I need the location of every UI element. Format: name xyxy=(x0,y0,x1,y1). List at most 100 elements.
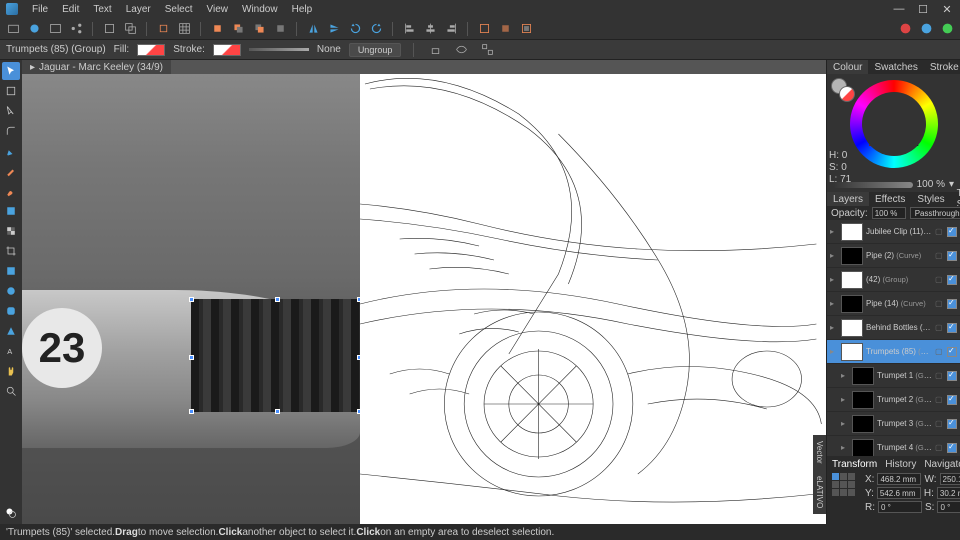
visibility-checkbox[interactable] xyxy=(947,299,957,309)
node-tool[interactable] xyxy=(2,102,20,120)
expand-icon[interactable]: ▸ xyxy=(841,419,849,428)
transform-x-input[interactable] xyxy=(877,473,921,485)
pen-tool[interactable] xyxy=(2,142,20,160)
menu-view[interactable]: View xyxy=(207,4,229,15)
shape-tool[interactable] xyxy=(2,262,20,280)
zoom-tool[interactable] xyxy=(2,382,20,400)
visibility-checkbox[interactable] xyxy=(947,371,957,381)
text-tool[interactable]: A xyxy=(2,342,20,360)
artboard-tool[interactable] xyxy=(2,82,20,100)
selection-handles[interactable] xyxy=(191,299,360,412)
tab-layers[interactable]: Layers xyxy=(827,192,869,206)
layer-row[interactable]: ▸Pipe (14) (Curve)▢ xyxy=(827,292,960,316)
triangle-tool[interactable] xyxy=(2,322,20,340)
insert-inside-icon[interactable] xyxy=(496,20,514,38)
layer-new-icon[interactable] xyxy=(100,20,118,38)
flip-h-icon[interactable] xyxy=(304,20,322,38)
layer-row[interactable]: ▸Trumpet 3 (Group)▢ xyxy=(827,412,960,436)
layer-row[interactable]: ▸Trumpet 2 (Group)▢ xyxy=(827,388,960,412)
menu-window[interactable]: Window xyxy=(242,4,278,15)
tab-history[interactable]: History xyxy=(885,459,916,470)
lock-icon[interactable]: ▢ xyxy=(935,371,944,380)
colour-swap-icon[interactable] xyxy=(831,78,855,102)
tab-textstyles[interactable]: Text Styles xyxy=(951,192,960,206)
visibility-checkbox[interactable] xyxy=(947,347,957,357)
fill-swatch[interactable] xyxy=(137,44,165,56)
persona-icon[interactable] xyxy=(25,20,43,38)
brush-tool[interactable] xyxy=(2,182,20,200)
order-front-icon[interactable] xyxy=(208,20,226,38)
lock-icon[interactable]: ▢ xyxy=(935,227,944,236)
close-button[interactable]: ✕ xyxy=(940,2,954,16)
visibility-checkbox[interactable] xyxy=(947,275,957,285)
tab-stroke[interactable]: Stroke xyxy=(924,60,960,74)
chevron-down-icon[interactable]: ▾ xyxy=(949,179,954,190)
crop-tool[interactable] xyxy=(2,242,20,260)
prefs-icon[interactable] xyxy=(938,20,956,38)
expand-icon[interactable]: ▸ xyxy=(830,227,838,236)
lock-icon[interactable]: ▢ xyxy=(935,419,944,428)
visibility-checkbox[interactable] xyxy=(947,395,957,405)
expand-icon[interactable]: ▸ xyxy=(830,323,838,332)
layer-opacity-input[interactable] xyxy=(872,207,906,219)
canvas[interactable]: 23 xyxy=(22,74,826,524)
lock-icon[interactable]: ▢ xyxy=(935,347,944,356)
insert-target-icon[interactable] xyxy=(475,20,493,38)
layers-list[interactable]: ▸Jubilee Clip (11) (Gr...▢▸Pipe (2) (Cur… xyxy=(827,220,960,456)
menu-layer[interactable]: Layer xyxy=(126,4,151,15)
share-icon[interactable] xyxy=(67,20,85,38)
corner-tool[interactable] xyxy=(2,122,20,140)
transform-r-input[interactable] xyxy=(878,501,922,513)
visibility-checkbox[interactable] xyxy=(947,419,957,429)
side-tab-vector[interactable]: Vector xyxy=(813,435,826,470)
layer-row[interactable]: ▸(42) (Group)▢ xyxy=(827,268,960,292)
ungroup-button[interactable]: Ungroup xyxy=(349,43,402,57)
expand-icon[interactable]: ▸ xyxy=(841,443,849,452)
menu-help[interactable]: Help xyxy=(292,4,313,15)
snapshot-icon[interactable] xyxy=(46,20,64,38)
show-hierarchy-icon[interactable] xyxy=(478,41,496,59)
lock-icon[interactable]: ▢ xyxy=(935,395,944,404)
lock-icon[interactable]: ▢ xyxy=(935,323,944,332)
side-tab-elativo[interactable]: eLATIVO xyxy=(813,470,826,514)
grid-icon[interactable] xyxy=(175,20,193,38)
document-tab[interactable]: ▸ Jaguar - Marc Keeley (34/9) xyxy=(22,60,171,74)
ellipse-tool[interactable] xyxy=(2,282,20,300)
visibility-checkbox[interactable] xyxy=(947,443,957,453)
menu-select[interactable]: Select xyxy=(165,4,193,15)
account-icon[interactable] xyxy=(896,20,914,38)
tab-styles[interactable]: Styles xyxy=(911,192,950,206)
flip-v-icon[interactable] xyxy=(325,20,343,38)
pencil-tool[interactable] xyxy=(2,162,20,180)
stroke-width-slider[interactable] xyxy=(249,48,309,51)
transform-w-input[interactable] xyxy=(940,473,960,485)
open-icon[interactable] xyxy=(4,20,22,38)
layer-row[interactable]: ▸Trumpet 4 (Group)▢ xyxy=(827,436,960,456)
colour-triangle[interactable] xyxy=(869,102,919,146)
tab-colour[interactable]: Colour xyxy=(827,60,868,74)
opacity-slider[interactable] xyxy=(833,182,913,188)
rounded-rect-tool[interactable] xyxy=(2,302,20,320)
layer-row[interactable]: ▸Trumpet 1 (Group)▢ xyxy=(827,364,960,388)
transform-s-input[interactable] xyxy=(937,501,960,513)
blend-mode-select[interactable]: Passthrough xyxy=(910,207,960,219)
lock-icon[interactable]: ▢ xyxy=(935,251,944,260)
stroke-swatch[interactable] xyxy=(213,44,241,56)
colour-swap-icon[interactable] xyxy=(2,504,20,522)
visibility-checkbox[interactable] xyxy=(947,251,957,261)
menu-edit[interactable]: Edit xyxy=(62,4,79,15)
layer-row[interactable]: ▸Trumpets (85) (Grou...▢ xyxy=(827,340,960,364)
transparency-tool[interactable] xyxy=(2,222,20,240)
canvas-area[interactable]: ▸ Jaguar - Marc Keeley (34/9) 23 xyxy=(22,60,826,524)
move-tool[interactable] xyxy=(2,62,20,80)
align-left-icon[interactable] xyxy=(400,20,418,38)
order-back-icon[interactable] xyxy=(271,20,289,38)
menu-file[interactable]: File xyxy=(32,4,48,15)
colour-wheel[interactable] xyxy=(850,80,938,168)
tab-swatches[interactable]: Swatches xyxy=(868,60,923,74)
expand-icon[interactable]: ▸ xyxy=(841,371,849,380)
cloud-icon[interactable] xyxy=(917,20,935,38)
visibility-checkbox[interactable] xyxy=(947,323,957,333)
menu-text[interactable]: Text xyxy=(93,4,111,15)
lock-icon[interactable]: ▢ xyxy=(935,299,944,308)
